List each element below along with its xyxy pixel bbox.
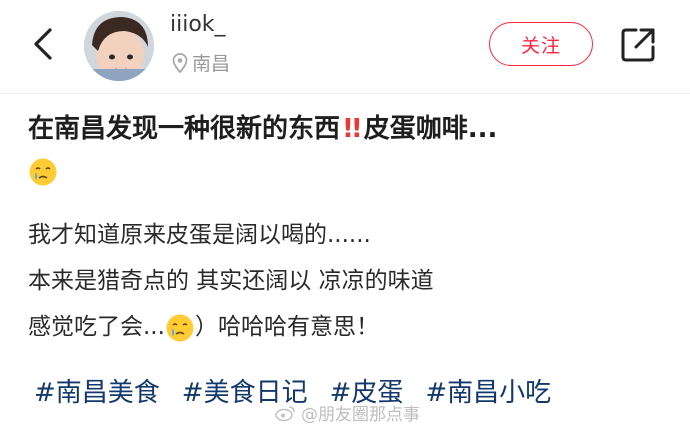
username[interactable]: iiiok_ [170, 12, 226, 37]
body-line-2: 本来是猎奇点的 其实还阔以 凉凉的味道 [28, 268, 434, 294]
watermark: @朋友圈那点事 [275, 400, 420, 425]
location-text: 南昌 [192, 53, 231, 75]
location-pin-icon [172, 52, 188, 73]
post-header: iiiok_ 南昌 关注 [0, 0, 690, 92]
post-body: 我才知道原来皮蛋是阔以喝的...... 本来是猎奇点的 其实还阔以 凉凉的味道 … [28, 212, 668, 350]
body-line-3-end: ）哈哈哈有意思！ [194, 314, 379, 340]
avatar[interactable] [84, 11, 154, 81]
title-part1: 在南昌发现一种很新的东西 [28, 114, 341, 144]
share-icon[interactable] [619, 26, 657, 64]
follow-button[interactable]: 关注 [489, 22, 593, 66]
title-part2: 皮蛋咖啡... [363, 114, 498, 144]
watermark-text: @朋友圈那点事 [301, 405, 420, 425]
post-title: 在南昌发现一种很新的东西!! 皮蛋咖啡... [28, 108, 668, 192]
hashtag-link[interactable]: #南昌小吃 [425, 372, 551, 409]
hashtag-link[interactable]: #南昌美食 [34, 372, 160, 409]
avatar-image [84, 11, 154, 81]
location: 南昌 [172, 49, 230, 76]
crying-face-emoji-icon [28, 157, 58, 187]
double-exclamation-icon: !! [342, 114, 363, 144]
crying-face-emoji-icon [165, 313, 195, 343]
back-arrow-icon[interactable] [28, 24, 58, 64]
body-line-3: 感觉吃了会... ）哈哈哈有意思！ [28, 304, 668, 350]
body-line-3-start: 感觉吃了会... [28, 314, 165, 340]
header-divider [0, 93, 690, 94]
body-line-1: 我才知道原来皮蛋是阔以喝的...... [28, 222, 371, 248]
weibo-logo-icon [275, 405, 295, 421]
